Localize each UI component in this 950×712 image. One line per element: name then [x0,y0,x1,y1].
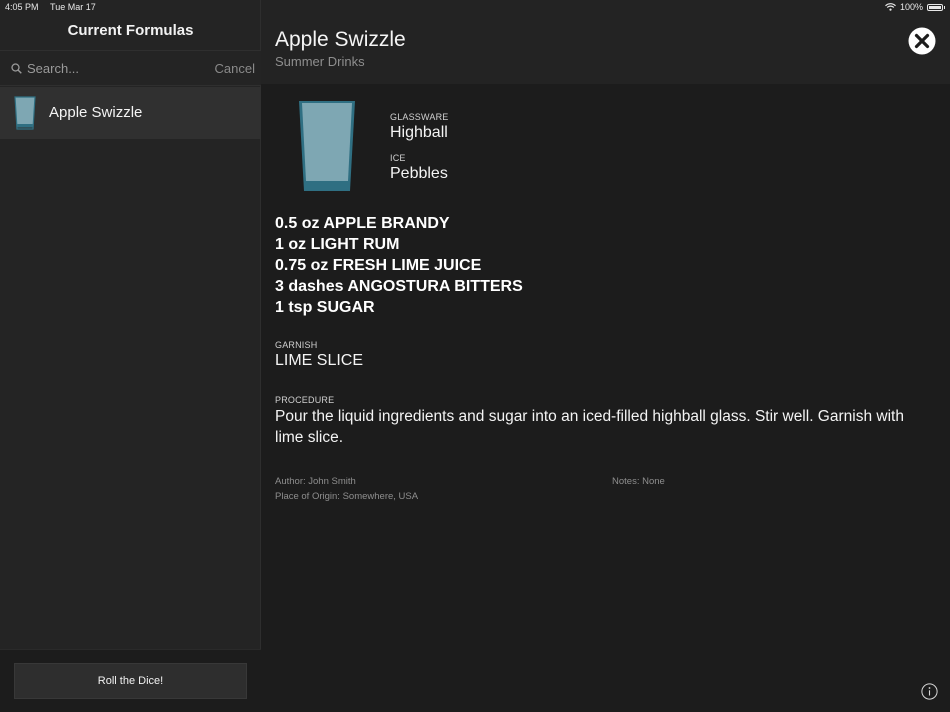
sidebar: Current Formulas Cancel Apple Swizzle Ro… [0,0,261,712]
ice-value: Pebbles [390,165,448,182]
status-date: Tue Mar 17 [50,2,96,12]
list-item-apple-swizzle[interactable]: Apple Swizzle [0,87,261,139]
status-time: 4:05 PM [5,2,39,12]
ingredient-item: 1 oz LIGHT RUM [275,236,400,253]
roll-the-dice-button[interactable]: Roll the Dice! [14,663,247,699]
glassware-value: Highball [390,124,448,141]
search-bar: Cancel [0,50,261,86]
author-text: Author: John Smith [275,476,356,487]
battery-percent: 100% [899,2,923,12]
info-icon[interactable] [921,683,938,700]
list-item-label: Apple Swizzle [49,104,143,121]
ingredient-item: 1 tsp SUGAR [275,299,375,316]
battery-icon [927,3,943,11]
highball-glass-icon [14,96,36,130]
garnish-value: LIME SLICE [275,352,364,369]
page-subtitle: Summer Drinks [275,54,365,69]
ingredient-item: 0.5 oz APPLE BRANDY [275,215,450,232]
recipe-detail: GLASSWARE Highball ICE Pebbles 0.5 oz AP… [261,84,950,712]
sidebar-title: Current Formulas [67,22,194,39]
close-icon[interactable] [908,27,936,55]
notes-text: Notes: None [612,476,665,487]
garnish-label: GARNISH [275,340,318,350]
ingredient-list: 0.5 oz APPLE BRANDY 1 oz LIGHT RUM 0.75 … [275,213,523,318]
ingredient-item: 3 dashes ANGOSTURA BITTERS [275,278,523,295]
search-input[interactable] [27,59,197,77]
status-bar: 4:05 PM Tue Mar 17 100% [0,0,950,14]
wifi-icon [885,3,896,11]
ingredient-item: 0.75 oz FRESH LIME JUICE [275,257,482,274]
cancel-button[interactable]: Cancel [215,61,255,76]
highball-glass-image [299,101,355,191]
procedure-label: PROCEDURE [275,395,335,405]
origin-text: Place of Origin: Somewhere, USA [275,491,419,502]
sidebar-footer: Roll the Dice! [0,649,261,712]
glassware-label: GLASSWARE [390,112,449,122]
procedure-text: Pour the liquid ingredients and sugar in… [275,408,904,446]
ice-label: ICE [390,153,406,163]
page-title: Apple Swizzle [275,28,406,51]
search-icon [11,63,22,74]
